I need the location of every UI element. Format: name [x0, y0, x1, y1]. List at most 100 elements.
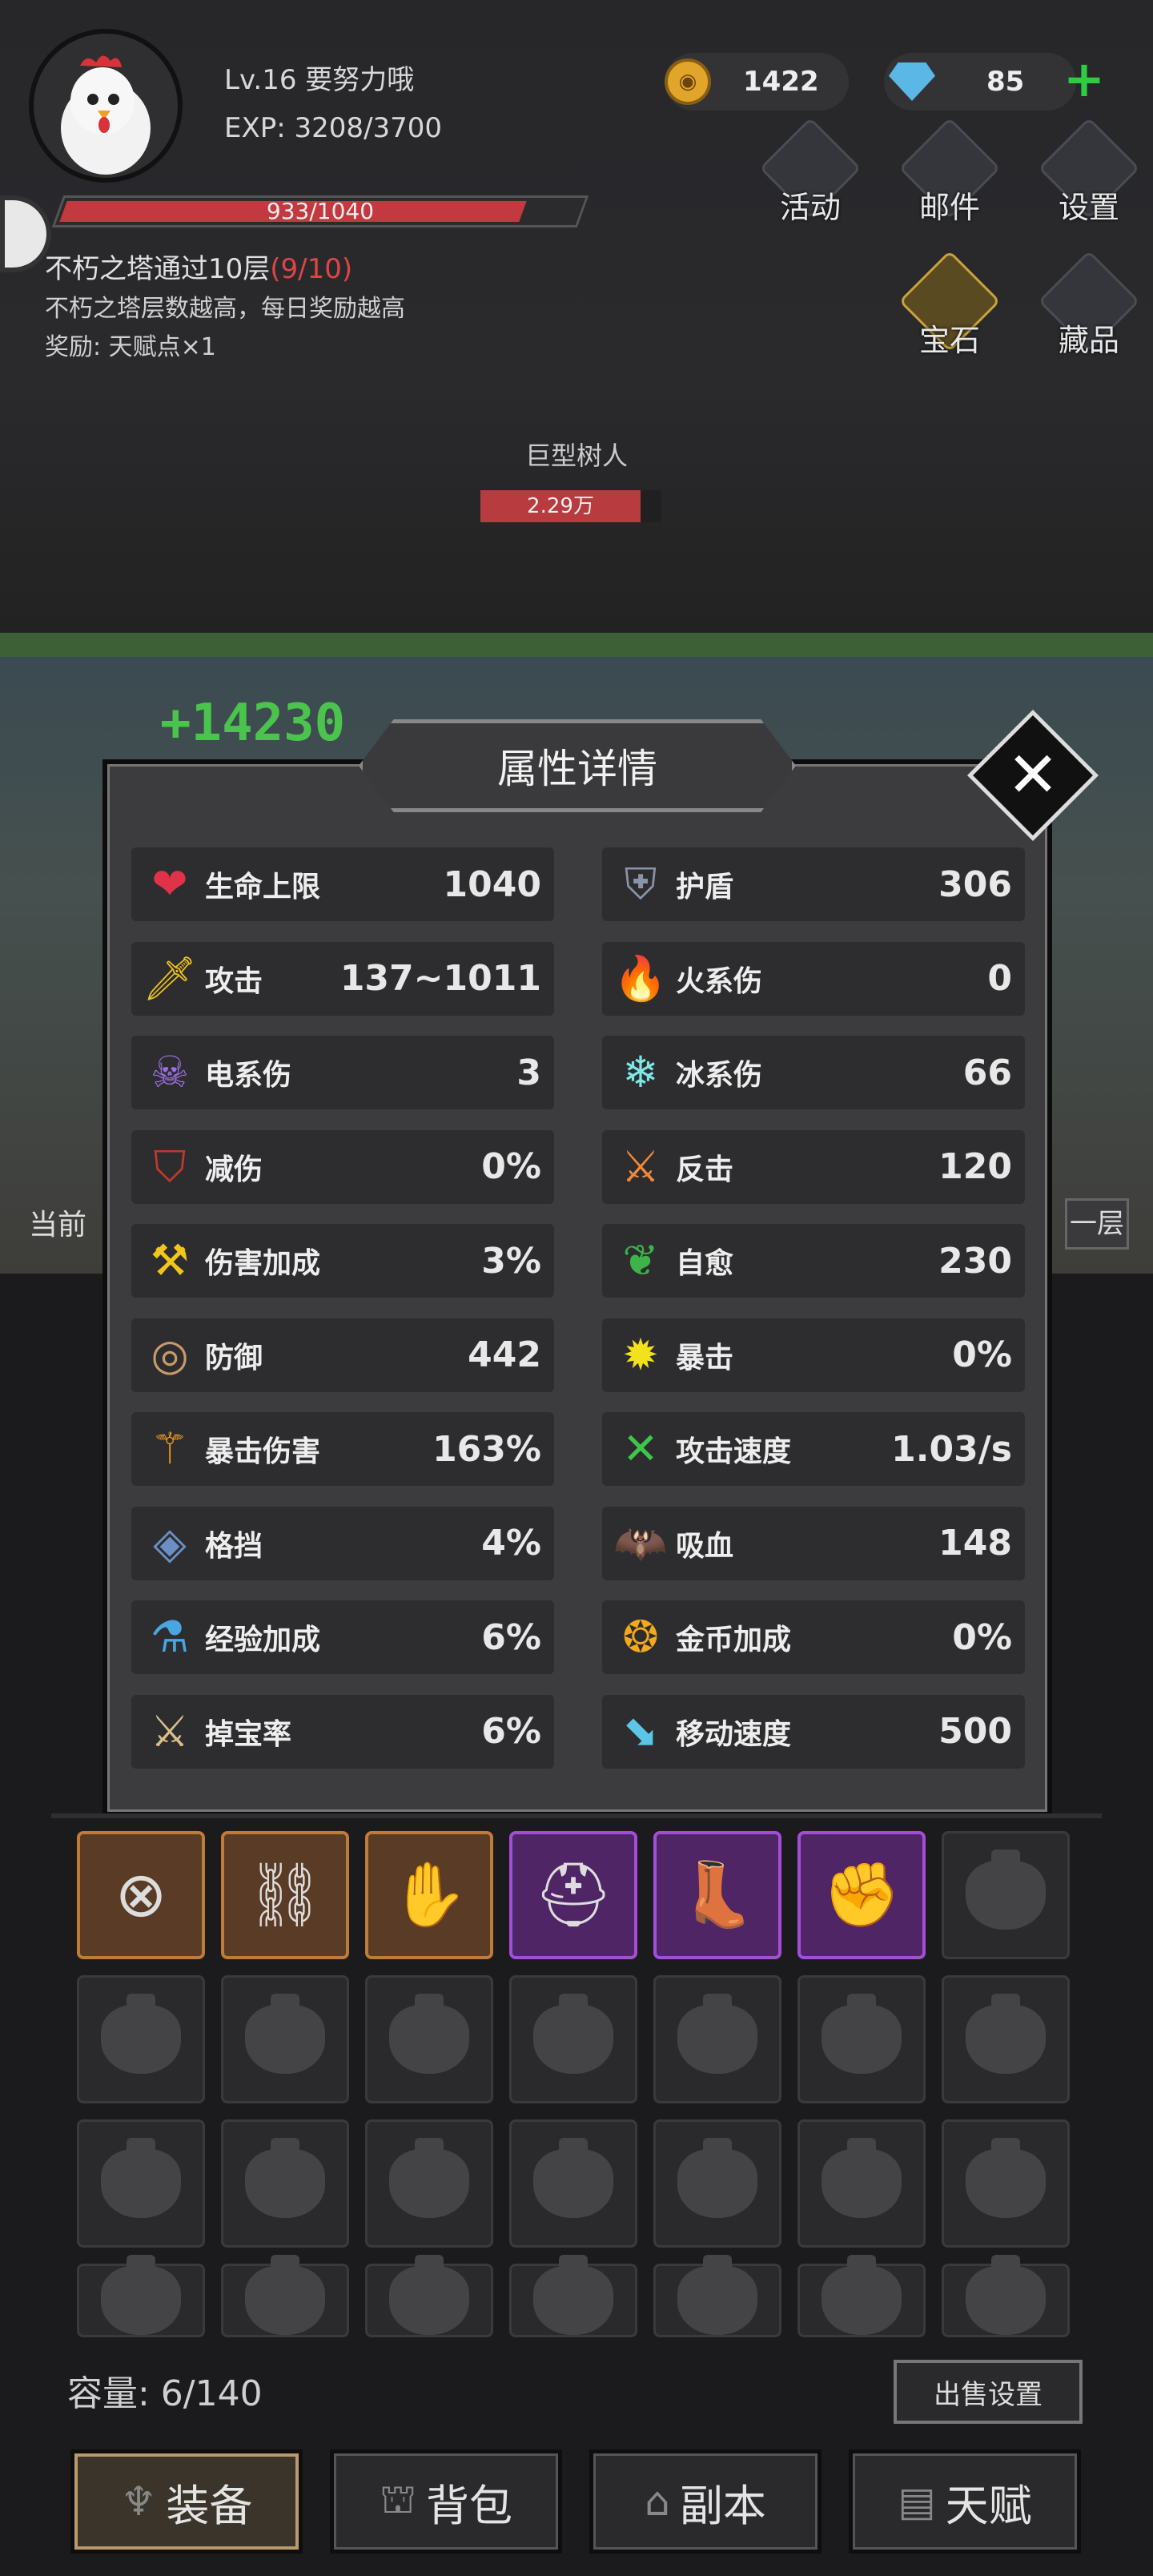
- inventory-divider: [51, 1813, 1102, 1818]
- equipment-slot[interactable]: ✋: [365, 1831, 493, 1959]
- stat-name: 减伤: [205, 1153, 263, 1186]
- stat-row: ✹ 暴击 0%: [602, 1318, 1025, 1392]
- equipment-slot[interactable]: ⛑: [509, 1831, 637, 1959]
- stat-value: 66: [962, 1052, 1012, 1093]
- bag-icon: [389, 1994, 469, 2074]
- sell-settings-button[interactable]: 出售设置: [894, 2360, 1083, 2424]
- sword-icon: 🗡: [142, 952, 198, 1004]
- stat-name: 移动速度: [676, 1717, 792, 1751]
- empty-slot[interactable]: [653, 2119, 781, 2248]
- stat-row: ☠ 电系伤 3: [131, 1036, 554, 1109]
- stat-row: ⛉ 减伤 0%: [131, 1129, 554, 1204]
- stat-value: 1040: [443, 863, 541, 905]
- empty-slot[interactable]: [797, 1975, 926, 2103]
- empty-slot[interactable]: [942, 2119, 1070, 2248]
- stat-name: 伤害加成: [205, 1247, 321, 1280]
- empty-slot[interactable]: [509, 2255, 637, 2337]
- activity-button[interactable]: 活动: [746, 117, 874, 256]
- nav-equipment[interactable]: ♆ 装备: [70, 2449, 303, 2554]
- bag-icon: [101, 2255, 181, 2335]
- empty-slot[interactable]: [942, 2255, 1070, 2337]
- equipment-slot[interactable]: 👢: [653, 1831, 781, 1959]
- gem-counter: 85: [884, 53, 1076, 111]
- empty-slot[interactable]: [77, 2255, 205, 2337]
- bag-icon: [822, 2255, 902, 2335]
- nav-backpack[interactable]: ⛫ 背包: [330, 2449, 562, 2554]
- quest-reward: 奖励: 天赋点×1: [45, 333, 216, 361]
- grass-band: [0, 633, 1153, 657]
- bag-icon: [966, 2255, 1046, 2335]
- settings-button[interactable]: 设置: [1025, 117, 1153, 256]
- empty-slot[interactable]: [77, 2119, 205, 2248]
- bag-icon: [101, 1994, 181, 2074]
- equipment-slot[interactable]: ⊗: [77, 1831, 205, 1959]
- bag-icon: [822, 2138, 902, 2218]
- bag-icon: [966, 2138, 1046, 2218]
- stat-name: 生命上限: [205, 871, 321, 904]
- empty-slot[interactable]: [77, 1975, 205, 2103]
- empty-slot[interactable]: [365, 2255, 493, 2337]
- stat-name: 掉宝率: [205, 1717, 292, 1751]
- stat-name: 攻击速度: [676, 1435, 792, 1468]
- empty-slot[interactable]: [221, 2119, 349, 2248]
- equipment-slot[interactable]: ✊: [797, 1831, 926, 1959]
- empty-slot[interactable]: [797, 2255, 926, 2337]
- trident-icon: ♆: [120, 2478, 157, 2525]
- stat-row: ⚔ 掉宝率 6%: [131, 1694, 554, 1769]
- stat-name: 经验加成: [205, 1624, 321, 1656]
- modal-title: 属性详情: [359, 719, 796, 812]
- empty-slot[interactable]: [942, 1831, 1070, 1959]
- stat-value: 137~1011: [339, 958, 541, 999]
- empty-slot[interactable]: [653, 2255, 781, 2337]
- stat-name: 暴击伤害: [205, 1435, 321, 1468]
- collection-button[interactable]: 藏品: [1025, 250, 1153, 389]
- empty-slot[interactable]: [221, 1975, 349, 2103]
- empty-slot[interactable]: [942, 1975, 1070, 2103]
- next-floor-button[interactable]: 一层: [1065, 1198, 1129, 1250]
- stat-value: 442: [468, 1334, 541, 1375]
- stat-value: 3%: [481, 1240, 541, 1282]
- stat-row: ✕ 攻击速度 1.03/s: [602, 1412, 1025, 1486]
- stat-name: 金币加成: [676, 1624, 792, 1656]
- empty-slot[interactable]: [509, 1975, 637, 2103]
- stat-name: 电系伤: [205, 1059, 292, 1092]
- bat-icon: 🦇: [613, 1517, 668, 1568]
- boss-hp-text: 2.29万: [527, 494, 594, 518]
- crossed-swords-icon: ⚔: [621, 1141, 661, 1192]
- stat-name: 火系伤: [676, 964, 763, 998]
- bag-icon: [389, 2255, 469, 2335]
- gauntlet-item-icon: ✋: [390, 1859, 468, 1931]
- bag-icon: [533, 1994, 613, 2074]
- empty-slot[interactable]: [221, 2255, 349, 2337]
- nav-dungeon[interactable]: ⌂ 副本: [589, 2449, 822, 2554]
- triple-blade-icon: ⚚: [150, 1423, 190, 1474]
- settings-label: 设置: [1058, 190, 1119, 225]
- stat-name: 护盾: [676, 871, 734, 904]
- leaf-icon: ❦: [622, 1235, 659, 1286]
- empty-slot[interactable]: [509, 2119, 637, 2248]
- player-avatar[interactable]: [29, 29, 183, 183]
- mail-button[interactable]: 邮件: [886, 117, 1014, 256]
- gold-counter: ◉ 1422: [665, 53, 849, 111]
- empty-slot[interactable]: [797, 2119, 926, 2248]
- empty-slot[interactable]: [365, 2119, 493, 2248]
- stat-row: ⚒ 伤害加成 3%: [131, 1224, 554, 1298]
- backpack-icon: ⛫: [380, 2475, 416, 2522]
- stat-value: 0%: [481, 1146, 541, 1187]
- nav-talent[interactable]: ▤ 天赋: [849, 2449, 1081, 2554]
- talent-book-icon: ▤: [898, 2478, 936, 2525]
- quest-title[interactable]: 不朽之塔通过10层(9/10): [45, 247, 352, 286]
- bag-icon: [677, 2138, 757, 2218]
- bag-icon: [533, 2255, 613, 2335]
- stat-row: ◈ 格挡 4%: [131, 1506, 554, 1580]
- equipment-slot[interactable]: ⛓: [221, 1831, 349, 1959]
- stat-value: 163%: [432, 1428, 541, 1470]
- empty-slot[interactable]: [365, 1975, 493, 2103]
- empty-slot[interactable]: [653, 1975, 781, 2103]
- bag-icon: [101, 2138, 181, 2218]
- stat-row: ⬊ 移动速度 500: [602, 1694, 1025, 1769]
- player-hp-bar: 933/1040: [51, 195, 589, 227]
- gem-button[interactable]: 宝石: [886, 250, 1014, 389]
- stat-value: 120: [938, 1146, 1012, 1187]
- add-gems-button[interactable]: +: [1063, 54, 1105, 104]
